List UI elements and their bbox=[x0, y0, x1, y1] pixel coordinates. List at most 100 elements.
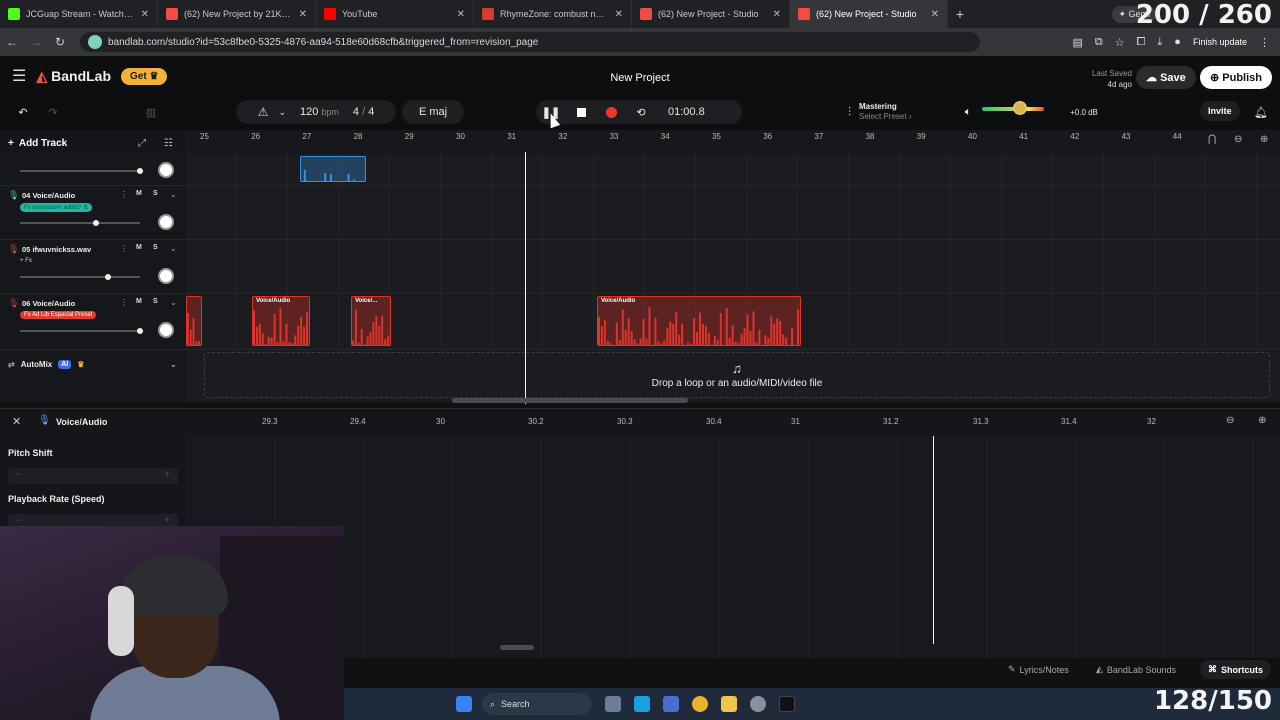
tab-close-icon[interactable]: ✕ bbox=[299, 9, 307, 20]
solo-button[interactable]: S bbox=[153, 298, 158, 305]
lyrics-notes-button[interactable]: ✎ Lyrics/Notes bbox=[1008, 664, 1069, 675]
tab-close-icon[interactable]: ✕ bbox=[615, 9, 623, 20]
track-fx-chip[interactable]: Fx Ad Lib Espacial Preset bbox=[20, 311, 97, 319]
track-volume-handle[interactable] bbox=[137, 168, 143, 174]
windows-start-icon[interactable] bbox=[456, 696, 472, 712]
track-header[interactable]: 🎙︎ 05 ifwuvnickss.wav ⋮ M S ⌄ + Fx bbox=[0, 240, 186, 294]
track-more-icon[interactable]: ⋮ bbox=[120, 244, 128, 253]
track-expand-chevron-icon[interactable]: ⌄ bbox=[170, 190, 177, 199]
editor-zoom-in-icon[interactable]: ⊕ bbox=[1258, 415, 1266, 426]
track-pan-knob[interactable] bbox=[158, 322, 174, 338]
playback-rate-increment[interactable]: + bbox=[165, 515, 170, 525]
back-icon[interactable]: ← bbox=[0, 35, 24, 49]
loop-button[interactable]: ⟲ bbox=[626, 106, 656, 119]
audio-clip[interactable] bbox=[300, 156, 366, 182]
mute-button[interactable]: M bbox=[136, 244, 142, 251]
shortcuts-button[interactable]: ⌘ Shortcuts bbox=[1200, 660, 1272, 679]
track-header[interactable] bbox=[0, 154, 186, 186]
cast-icon[interactable]: ⧉ bbox=[1095, 36, 1103, 49]
track-volume-slider[interactable] bbox=[20, 328, 143, 334]
bookmark-star-icon[interactable]: ☆ bbox=[1115, 36, 1125, 49]
browser-tab[interactable]: RhymeZone: combust near rhy ✕ bbox=[474, 0, 632, 28]
forward-icon[interactable]: → bbox=[24, 35, 48, 49]
browser-tab[interactable]: (62) New Project - Studio ✕ bbox=[632, 0, 790, 28]
hamburger-menu-icon[interactable]: ☰ bbox=[12, 66, 26, 86]
track-pan-knob[interactable] bbox=[158, 268, 174, 284]
get-membership-button[interactable]: Get ♛ bbox=[121, 67, 168, 85]
url-field[interactable]: bandlab.com/studio?id=53c8fbe0-5325-4876… bbox=[80, 32, 980, 52]
audio-clip[interactable]: Voice/... bbox=[351, 296, 391, 346]
playback-rate-stepper[interactable]: − + bbox=[8, 514, 178, 526]
solo-button[interactable]: S bbox=[153, 244, 158, 251]
track-fx-chip[interactable]: Fx osamason! adlib2* ⇅ bbox=[20, 203, 93, 212]
new-tab-button[interactable]: + bbox=[948, 6, 972, 22]
tiktok-icon[interactable] bbox=[779, 696, 795, 712]
track-expand-chevron-icon[interactable]: ⌄ bbox=[170, 244, 177, 253]
track-volume-slider[interactable] bbox=[20, 274, 140, 280]
notification-bell-icon[interactable]: 🔔︎ bbox=[1252, 100, 1270, 124]
speaker-icon[interactable]: 🔈︎ bbox=[960, 100, 976, 124]
track-name[interactable]: 05 ifwuvnickss.wav bbox=[22, 245, 91, 254]
mute-button[interactable]: M bbox=[136, 298, 142, 305]
key-button[interactable]: E maj bbox=[402, 100, 464, 124]
playback-rate-decrement[interactable]: − bbox=[16, 515, 21, 525]
bpm-field[interactable]: 120 bpm bbox=[300, 106, 339, 118]
magnet-icon[interactable]: ⋂ bbox=[1208, 134, 1216, 145]
solo-button[interactable]: S bbox=[153, 190, 158, 197]
browser-tab[interactable]: (62) New Project by 21KozeGT | ✕ bbox=[158, 0, 316, 28]
timeline-ruler[interactable]: ⋂ ⊖ ⊕ 25 26 27 28 29 30 31 32 33 34 35 36 37 38 39 40 41… bbox=[186, 130, 1280, 154]
editor-zoom-out-icon[interactable]: ⊖ bbox=[1226, 415, 1234, 426]
track-name[interactable]: 04 Voice/Audio bbox=[22, 191, 75, 200]
track-more-icon[interactable]: ⋮ bbox=[120, 190, 128, 199]
add-track-button[interactable]: + Add Track bbox=[8, 138, 67, 149]
pitch-shift-stepper[interactable]: − + bbox=[8, 468, 178, 484]
store-icon[interactable] bbox=[663, 696, 679, 712]
zoom-in-icon[interactable]: ⊕ bbox=[1260, 134, 1268, 145]
playhead[interactable] bbox=[525, 152, 526, 404]
tab-close-icon[interactable]: ✕ bbox=[141, 9, 149, 20]
track-settings-icon[interactable]: ☷ bbox=[164, 138, 173, 149]
track-fx-chip[interactable]: + Fx bbox=[20, 257, 32, 265]
track-volume-handle[interactable] bbox=[137, 328, 143, 334]
close-icon[interactable]: ✕ bbox=[12, 415, 21, 428]
mute-button[interactable]: M bbox=[136, 190, 142, 197]
invite-button[interactable]: Invite bbox=[1200, 101, 1240, 121]
extensions-icon[interactable]: ⧠ bbox=[1137, 36, 1146, 49]
track-more-icon[interactable]: ⋮ bbox=[120, 298, 128, 307]
track-pan-knob[interactable] bbox=[158, 214, 174, 230]
automix-row[interactable]: ⇄ AutoMix AI ♛ ⌄ bbox=[0, 355, 186, 373]
profile-icon[interactable]: ● bbox=[1174, 36, 1181, 48]
undo-icon[interactable]: ↶ bbox=[12, 100, 34, 124]
file-explorer-icon[interactable] bbox=[721, 696, 737, 712]
track-name[interactable]: 06 Voice/Audio bbox=[22, 299, 75, 308]
horizontal-scrollbar[interactable] bbox=[452, 398, 688, 403]
automation-icon[interactable]: ⤢ bbox=[138, 138, 146, 149]
site-info-icon[interactable] bbox=[88, 35, 102, 49]
zoom-out-icon[interactable]: ⊖ bbox=[1234, 134, 1242, 145]
reader-icon[interactable]: ▤ bbox=[1072, 36, 1082, 49]
track-lane[interactable] bbox=[186, 186, 1280, 240]
chrome-icon[interactable] bbox=[692, 696, 708, 712]
record-button[interactable] bbox=[596, 106, 626, 118]
app-icon[interactable] bbox=[750, 696, 766, 712]
taskbar-search[interactable]: ⌕ Search bbox=[482, 693, 592, 715]
track-volume-handle[interactable] bbox=[104, 274, 111, 280]
editor-playhead[interactable] bbox=[933, 436, 934, 644]
edge-icon[interactable] bbox=[634, 696, 650, 712]
track-volume-handle[interactable] bbox=[92, 220, 99, 226]
bandlab-logo[interactable]: ◭ BandLab bbox=[36, 68, 111, 85]
bandlab-sounds-button[interactable]: ◭ BandLab Sounds bbox=[1096, 664, 1176, 675]
task-view-icon[interactable] bbox=[605, 696, 621, 712]
finish-update-button[interactable]: Finish update bbox=[1193, 37, 1247, 47]
mixer-icon[interactable]: ▥ bbox=[140, 100, 162, 124]
master-volume-handle[interactable] bbox=[1013, 101, 1028, 115]
time-signature[interactable]: 4 / 4 bbox=[353, 106, 374, 118]
pitch-shift-decrement[interactable]: − bbox=[16, 469, 21, 483]
editor-canvas[interactable] bbox=[186, 436, 1280, 658]
track-expand-chevron-icon[interactable]: ⌄ bbox=[170, 298, 177, 307]
stop-button[interactable] bbox=[566, 107, 596, 117]
browser-tab[interactable]: JCGuap Stream - Watch Live on ✕ bbox=[0, 0, 158, 28]
audio-clip[interactable]: Voice/Audio bbox=[597, 296, 801, 346]
audio-clip[interactable] bbox=[186, 296, 202, 346]
tab-close-icon[interactable]: ✕ bbox=[457, 9, 465, 20]
